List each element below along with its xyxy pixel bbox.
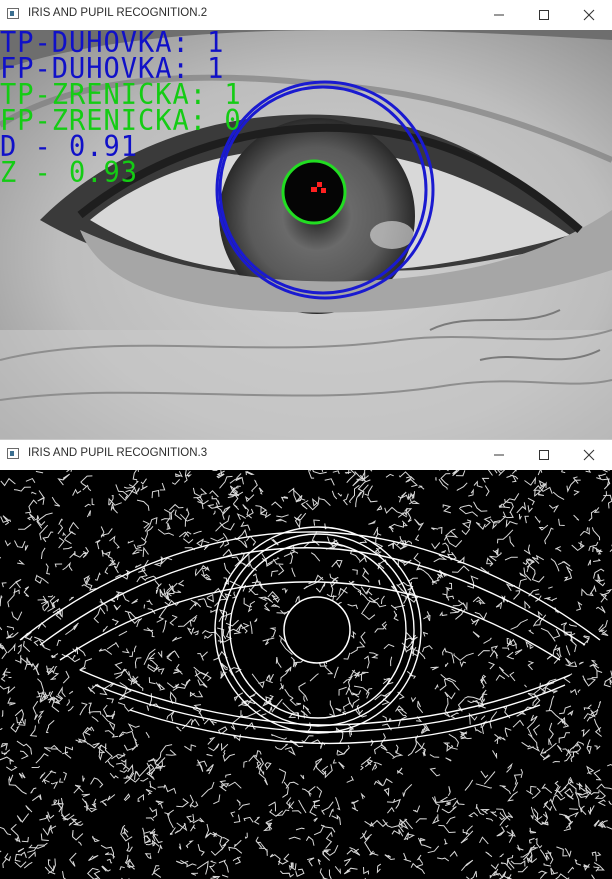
recognition-window-3: IRIS AND PUPIL RECOGNITION.3 — [0, 440, 612, 879]
close-button[interactable] — [566, 0, 612, 30]
minimize-icon — [494, 14, 504, 16]
minimize-button[interactable] — [476, 0, 522, 30]
close-icon — [583, 449, 595, 461]
iris-center-mark — [317, 182, 322, 187]
window-title: IRIS AND PUPIL RECOGNITION.3 — [28, 447, 208, 459]
edge-detection-image — [0, 470, 612, 879]
window-titlebar[interactable]: IRIS AND PUPIL RECOGNITION.3 — [0, 440, 612, 470]
edge-map — [0, 470, 612, 879]
window-app-icon — [7, 8, 19, 19]
window-title: IRIS AND PUPIL RECOGNITION.2 — [28, 7, 208, 19]
close-button[interactable] — [566, 440, 612, 470]
window-app-icon — [7, 448, 19, 459]
pupil-center-mark — [311, 187, 317, 192]
window-titlebar[interactable]: IRIS AND PUPIL RECOGNITION.2 — [0, 0, 612, 30]
eye-detection-image: TP-DUHOVKA: 1 FP-DUHOVKA: 1 TP-ZRENICKA:… — [0, 30, 612, 439]
recognition-window-2: IRIS AND PUPIL RECOGNITION.2 TP-DUHOVKA:… — [0, 0, 612, 439]
pupil-edge — [283, 596, 351, 664]
iris-center-mark-2 — [321, 188, 326, 193]
minimize-button[interactable] — [476, 440, 522, 470]
pupil-score-label: Z - 0.93 — [0, 156, 139, 190]
minimize-icon — [494, 454, 504, 456]
maximize-icon — [539, 10, 549, 20]
maximize-button[interactable] — [521, 440, 567, 470]
maximize-button[interactable] — [521, 0, 567, 30]
maximize-icon — [539, 450, 549, 460]
close-icon — [583, 9, 595, 21]
